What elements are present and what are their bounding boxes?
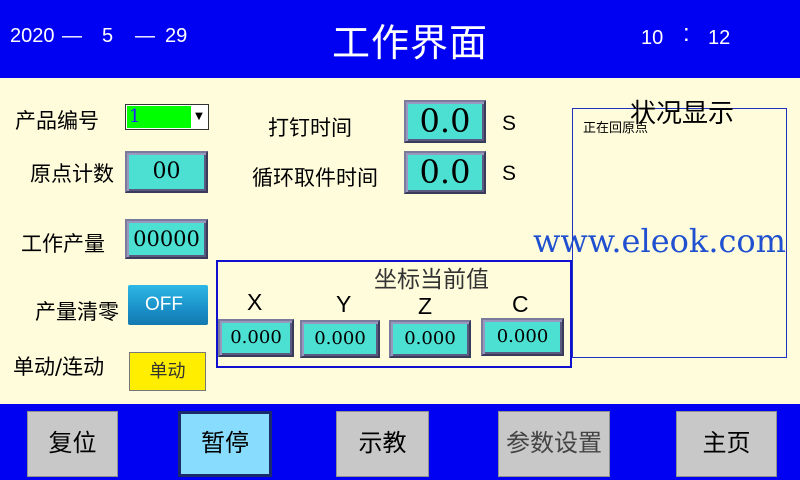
mode-label: 单动/连动 xyxy=(13,355,105,379)
axis-label-y: Y xyxy=(336,291,352,317)
time-minute: 12 xyxy=(708,27,731,49)
reset-button[interactable]: 复位 xyxy=(27,411,118,477)
pause-button[interactable]: 暂停 xyxy=(178,411,272,477)
nail-time-unit: S xyxy=(502,112,517,135)
cycle-time-value[interactable]: 0.0 xyxy=(404,151,486,194)
axis-label-c: C xyxy=(512,291,529,317)
status-panel-title: 状况显示 xyxy=(630,99,735,129)
home-button[interactable]: 主页 xyxy=(676,411,777,477)
page-title: 工作界面 xyxy=(331,21,488,65)
coordinate-panel-title: 坐标当前值 xyxy=(374,267,489,293)
axis-value-z: 0.000 xyxy=(389,320,471,358)
product-no-select[interactable]: 1 ▼ xyxy=(125,104,209,130)
nail-time-value[interactable]: 0.0 xyxy=(404,100,486,143)
nail-time-label: 打钉时间 xyxy=(268,116,352,140)
axis-value-x: 0.000 xyxy=(218,319,294,357)
cycle-time-label: 循环取件时间 xyxy=(252,166,378,190)
axis-value-y: 0.000 xyxy=(300,320,380,358)
axis-label-x: X xyxy=(247,289,263,315)
axis-value-c: 0.000 xyxy=(481,318,564,356)
mode-button[interactable]: 单动 xyxy=(129,352,206,391)
clear-output-toggle[interactable]: OFF xyxy=(128,285,208,325)
header-bar: 2020 — 5 — 29 工作界面 10 : 12 xyxy=(0,0,800,78)
watermark: www.eleok.com xyxy=(533,222,787,260)
cycle-time-unit: S xyxy=(502,162,517,185)
origin-count-label: 原点计数 xyxy=(30,162,114,186)
output-label: 工作产量 xyxy=(21,232,105,256)
output-value[interactable]: 00000 xyxy=(125,219,208,259)
origin-count-value[interactable]: 00 xyxy=(125,151,208,193)
time-hour: 10 xyxy=(641,27,664,49)
axis-label-z: Z xyxy=(418,293,433,319)
product-no-label: 产品编号 xyxy=(15,109,99,133)
clear-output-label: 产量清零 xyxy=(35,300,119,324)
dropdown-arrow-icon[interactable]: ▼ xyxy=(191,106,207,128)
teach-button[interactable]: 示教 xyxy=(336,411,429,477)
product-no-value: 1 xyxy=(127,106,191,128)
parameter-settings-button[interactable]: 参数设置 xyxy=(498,411,610,477)
time-separator: : xyxy=(683,20,690,47)
